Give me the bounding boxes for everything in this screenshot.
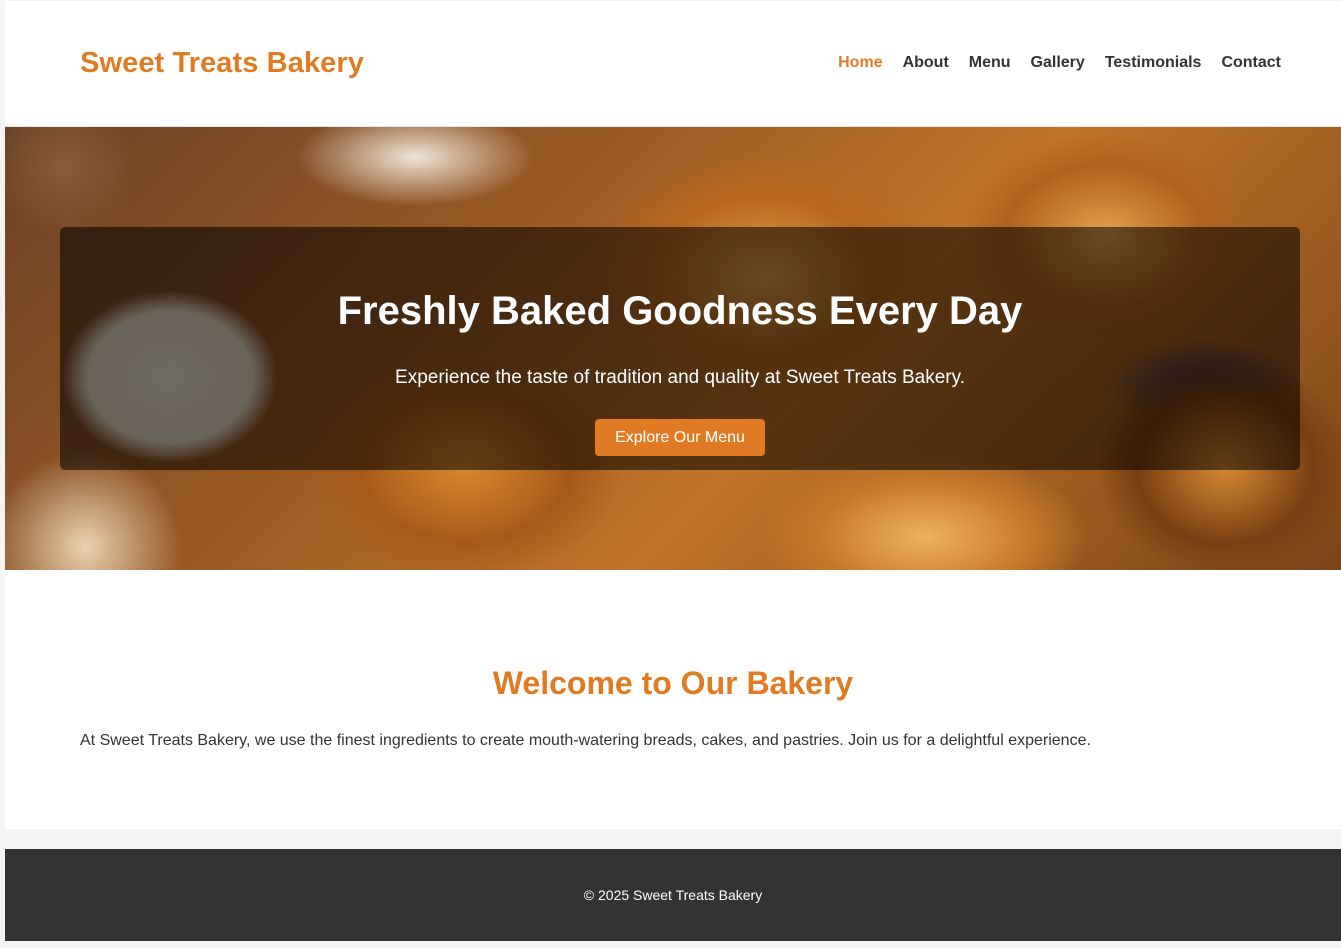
nav-link-gallery[interactable]: Gallery bbox=[1031, 54, 1085, 72]
site-header: Sweet Treats Bakery Home About Menu Gall… bbox=[5, 1, 1341, 127]
welcome-title: Welcome to Our Bakery bbox=[492, 665, 854, 701]
welcome-section: Welcome to Our Bakery At Sweet Treats Ba… bbox=[5, 570, 1341, 829]
hero-title: Freshly Baked Goodness Every Day bbox=[337, 289, 1023, 333]
explore-menu-button[interactable]: Explore Our Menu bbox=[595, 419, 765, 456]
nav-link-menu[interactable]: Menu bbox=[969, 54, 1011, 72]
welcome-text: At Sweet Treats Bakery, we use the fines… bbox=[80, 732, 1091, 749]
nav-link-home[interactable]: Home bbox=[838, 54, 882, 72]
page: Sweet Treats Bakery Home About Menu Gall… bbox=[0, 0, 1341, 948]
nav-link-testimonials[interactable]: Testimonials bbox=[1105, 54, 1202, 72]
footer-copyright: © 2025 Sweet Treats Bakery bbox=[583, 887, 763, 903]
hero-overlay: Freshly Baked Goodness Every Day Experie… bbox=[60, 227, 1300, 470]
site-footer: © 2025 Sweet Treats Bakery bbox=[5, 849, 1341, 941]
site-logo[interactable]: Sweet Treats Bakery bbox=[80, 47, 364, 80]
nav-link-contact[interactable]: Contact bbox=[1221, 54, 1281, 72]
nav-link-about[interactable]: About bbox=[903, 54, 949, 72]
main-nav: Home About Menu Gallery Testimonials Con… bbox=[838, 54, 1281, 72]
hero-subtitle: Experience the taste of tradition and qu… bbox=[395, 367, 965, 388]
hero-section: Freshly Baked Goodness Every Day Experie… bbox=[5, 127, 1341, 570]
